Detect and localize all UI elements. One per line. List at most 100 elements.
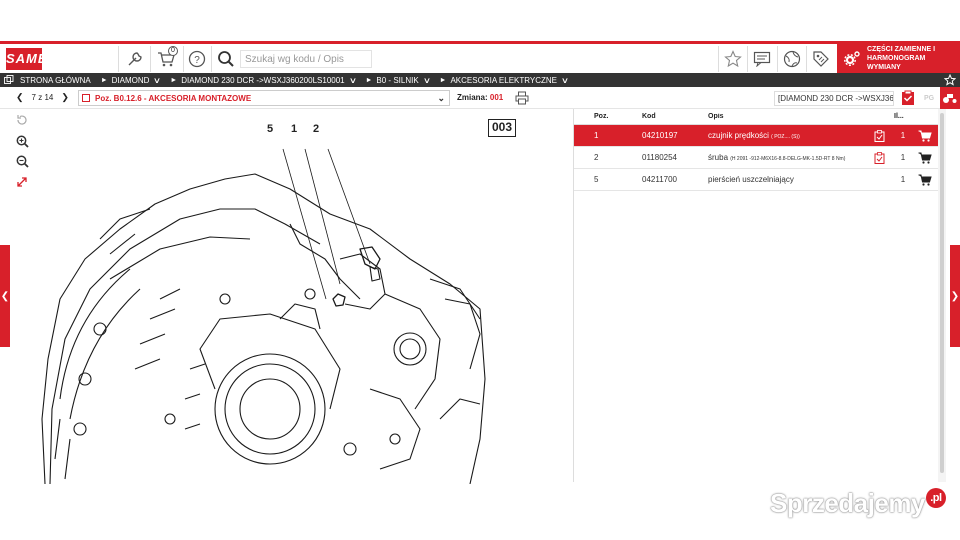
row-opis: śruba (H 2091 -912-M6X16-8.8-DELG-MK-1.5… [688,153,864,162]
add-to-cart-icon[interactable] [912,130,938,142]
row-opis: pierścień uszczelniający [688,175,864,184]
callout-label[interactable]: 5 [267,123,273,135]
row-poz: 1 [594,131,599,140]
table-row[interactable]: 2 01180254 śruba (H 2091 -912-M6X16-8.8-… [574,147,938,169]
watermark-logo: Sprzedajemy .pl [770,488,946,519]
row-kod: 01180254 [642,153,677,162]
breadcrumb-label: STRONA GŁÓWNA [20,75,91,85]
zoom-in-icon[interactable] [15,134,29,148]
pdf-icon[interactable]: PG [919,87,939,109]
col-kod[interactable]: Kod [622,113,688,120]
drawing-viewer[interactable]: 5 1 2 003 [10,109,573,484]
breadcrumb: STRONA GŁÓWNA ► DIAMOND ∨ ► DIAMOND 230 DCR… [0,73,960,87]
right-panel-toggle[interactable]: ❯ [950,245,960,347]
row-qty: 1 [900,175,906,184]
chevron-down-icon[interactable]: ∨ [423,76,431,85]
breadcrumb-diamond[interactable]: ► DIAMOND ∨ [95,75,162,85]
favorites-star-icon[interactable] [722,48,744,70]
row-opis-detail: ( POZ.... (S)) [771,134,800,140]
clipboard-icon[interactable] [864,129,894,142]
chevron-left-icon: ❮ [0,290,10,302]
caret-right-icon: ► [365,76,373,84]
caret-right-icon: ► [439,76,447,84]
search-input[interactable]: Szukaj wg kodu / Opis [240,50,372,68]
chevron-down-icon[interactable]: ∨ [348,76,356,85]
table-row[interactable]: 1 04210197 czujnik prędkości ( POZ.... (… [574,125,938,147]
messages-icon[interactable] [751,48,773,70]
chevron-right-icon: ❯ [950,290,960,302]
breadcrumb-label: B0 - SILNIK [376,75,419,85]
layers-icon[interactable] [4,75,14,85]
chevron-down-icon: ⌄ [437,93,445,103]
header-divider [183,46,184,72]
parts-schedule-label: CZĘŚCI ZAMIENNE I HARMONOGRAM WYMIANY [867,46,936,71]
parts-schedule-button[interactable]: CZĘŚCI ZAMIENNE I HARMONOGRAM WYMIANY [837,44,960,73]
search-icon[interactable] [215,48,237,70]
breadcrumb-label: AKCESORIA ELEKTRYCZNE [450,75,558,85]
rotate-icon[interactable] [15,113,29,127]
breadcrumb-home[interactable]: STRONA GŁÓWNA [20,76,91,85]
zoom-out-icon[interactable] [15,154,29,168]
svg-text:?: ? [194,55,200,66]
row-poz: 2 [594,153,599,162]
same-logo[interactable]: SAME [6,48,47,70]
caret-right-icon: ► [170,76,178,84]
breadcrumb-label: DIAMOND 230 DCR ->WSXJ360200LS10001 [181,75,345,85]
row-opis: czujnik prędkości ( POZ.... (S)) [688,131,864,140]
prev-page-button[interactable]: ❮ [16,92,24,103]
breadcrumb-model[interactable]: ► DIAMOND 230 DCR ->WSXJ360200LS10001 ∨ [164,75,356,85]
col-ilosc[interactable]: Il... [894,113,938,120]
row-opis-detail: (H 2091 -912-M6X16-8.8-DELG-MK-1.5D-RT 8… [730,156,846,162]
scrollbar-thumb[interactable] [940,113,944,473]
parts-table: Poz. Kod Opis Il... 1 04210197 czujnik p… [574,109,938,482]
page-indicator: 7 z 14 [31,93,54,102]
row-qty: 1 [900,131,906,140]
exploded-parts-drawing [41,148,486,484]
price-tag-icon[interactable] [810,48,832,70]
header-divider [150,46,151,72]
header-divider [747,46,748,72]
chevron-down-icon[interactable]: ∨ [153,76,161,85]
section-title: Poz. B0.12.6 - AKCESORIA MONTAZOWE [95,94,252,103]
col-opis[interactable]: Opis [688,113,864,120]
pin-star-icon[interactable] [943,73,957,87]
breadcrumb-electrical[interactable]: ► AKCESORIA ELEKTRYCZNE ∨ [434,75,570,85]
table-row[interactable]: 5 04211700 pierścień uszczelniający 1 [574,169,938,191]
cart-count-badge: 0 [168,46,178,56]
chevron-down-icon[interactable]: ∨ [561,76,569,85]
clipboard-icon[interactable] [864,151,894,164]
vertical-scrollbar[interactable] [938,109,946,482]
add-to-cart-icon[interactable] [912,174,938,186]
header-divider [718,46,719,72]
globe-icon[interactable] [781,48,803,70]
parts-list-icon[interactable] [898,87,918,109]
row-kod: 04210197 [642,131,678,140]
print-icon[interactable] [515,91,529,107]
left-panel-toggle[interactable]: ❮ [0,245,10,347]
row-kod: 04211700 [642,175,677,184]
breadcrumb-engine[interactable]: ► B0 - SILNIK ∨ [359,75,431,85]
help-icon[interactable]: ? [186,48,208,70]
add-to-cart-icon[interactable] [912,152,938,164]
header-divider [806,46,807,72]
revision-value: 001 [489,93,504,102]
tractor-icon[interactable] [940,87,960,109]
document-icon [82,94,90,102]
pagination: ❮ 7 z 14 ❯ [16,92,69,103]
app-header: SAME 0 ? Szukaj wg kodu / Opis [0,44,960,73]
row-poz: 5 [594,175,599,184]
wrench-icon[interactable] [124,48,146,70]
breadcrumb-label: DIAMOND [111,75,150,85]
col-poz[interactable]: Poz. [574,113,622,120]
callout-label[interactable]: 2 [313,123,319,135]
model-selector[interactable]: [DIAMOND 230 DCR ->WSXJ360... [774,91,894,106]
section-select[interactable]: Poz. B0.12.6 - AKCESORIA MONTAZOWE ⌄ [78,90,450,106]
watermark-text: Sprzedajemy [770,488,925,518]
revision-indicator: Zmiana: 001 [457,93,503,102]
fit-to-screen-icon[interactable] [15,175,29,189]
callout-label[interactable]: 1 [291,123,297,135]
row-opis-text: pierścień uszczelniający [708,175,794,184]
page-toolbar: ❮ 7 z 14 ❯ Poz. B0.12.6 - AKCESORIA MONT… [0,87,960,109]
watermark-badge: .pl [925,488,946,508]
next-page-button[interactable]: ❯ [61,92,69,103]
